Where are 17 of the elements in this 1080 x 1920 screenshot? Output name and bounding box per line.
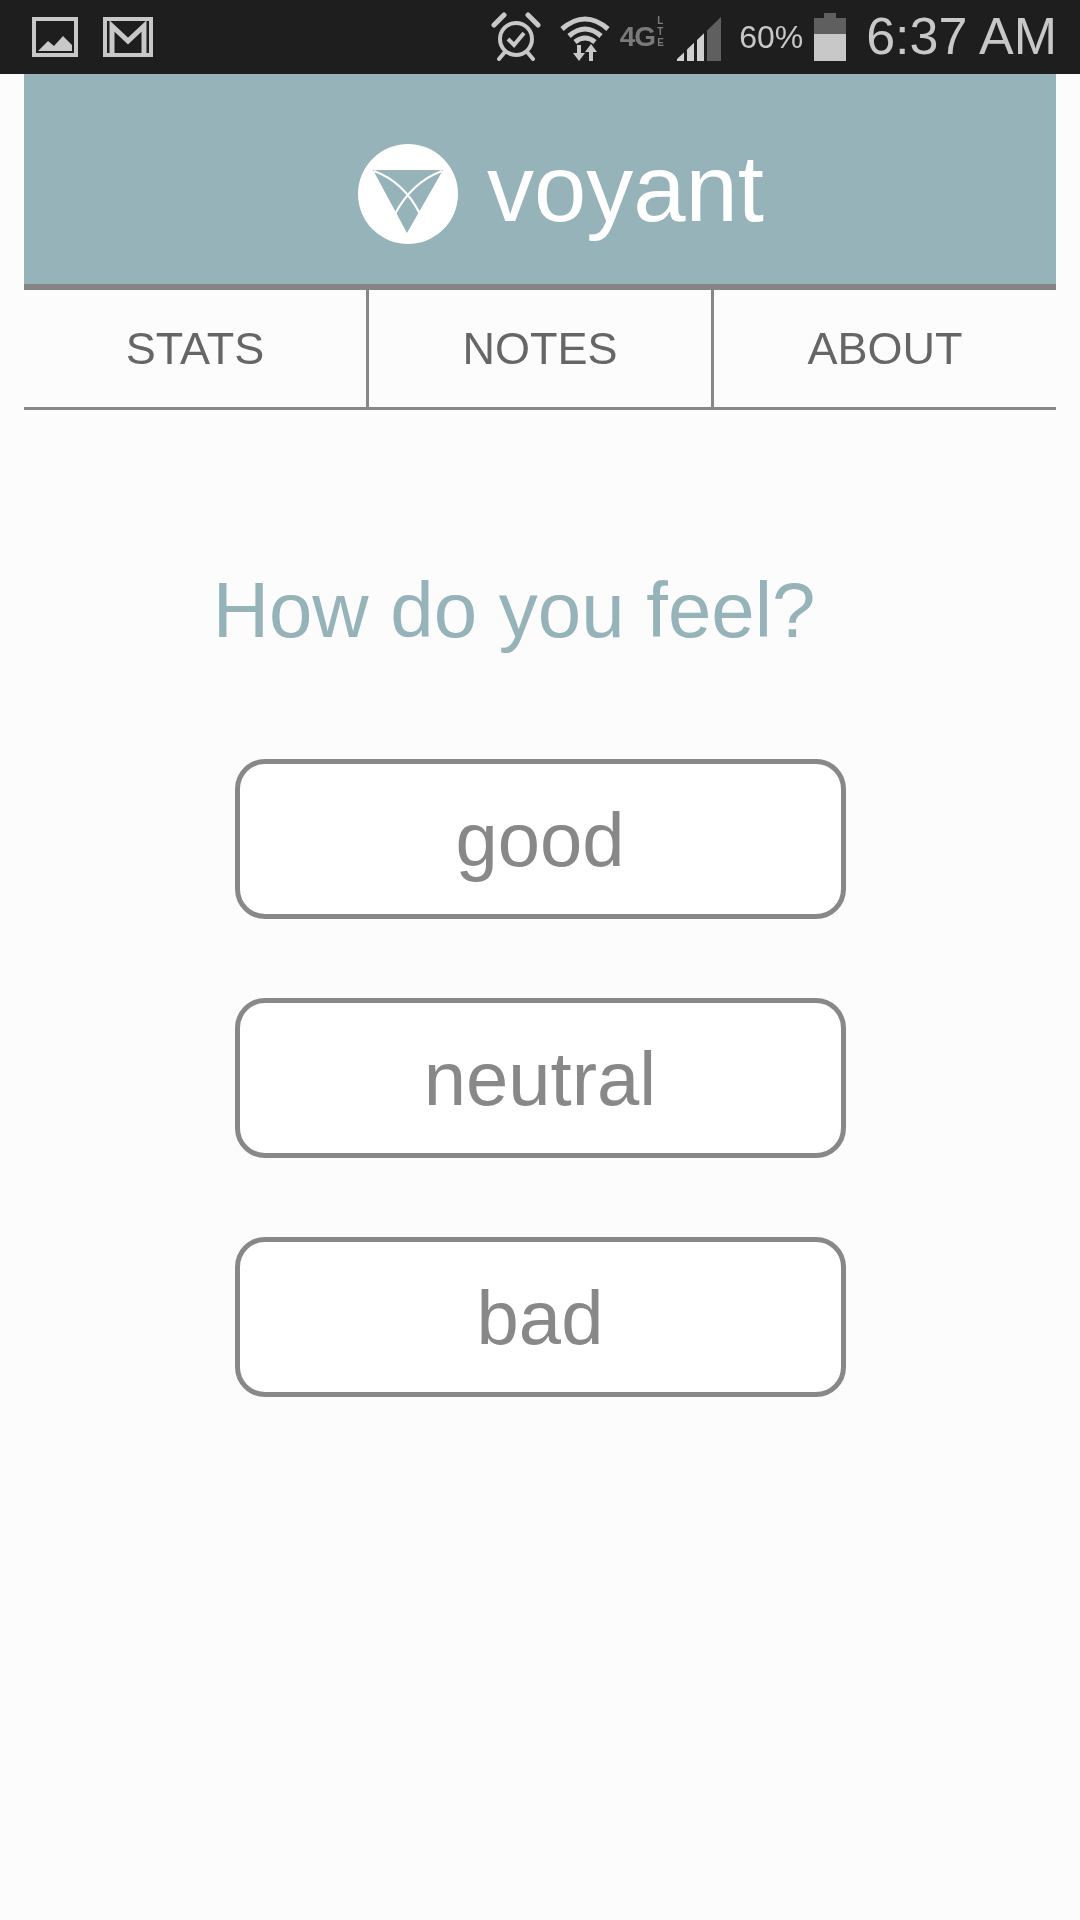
mail-icon bbox=[103, 17, 153, 57]
tab[interactable]: NOTES bbox=[366, 290, 711, 407]
prompt-heading: How do you feel? bbox=[212, 565, 816, 655]
tab[interactable]: ABOUT bbox=[711, 290, 1056, 407]
network-type-label: 4G bbox=[619, 20, 656, 54]
mood-button[interactable]: good bbox=[234, 759, 846, 919]
tab[interactable]: STATS bbox=[24, 290, 366, 407]
network-subtype-label: LTE bbox=[657, 15, 665, 49]
battery-percent: 60% bbox=[739, 18, 804, 56]
battery-icon bbox=[814, 13, 847, 61]
mood-button[interactable]: bad bbox=[234, 1237, 846, 1397]
picture-icon bbox=[32, 17, 78, 57]
app-name: voyant bbox=[487, 134, 764, 243]
mood-button[interactable]: neutral bbox=[234, 998, 846, 1158]
alarm-clock-icon bbox=[490, 12, 541, 62]
status-time: 6:37 AM bbox=[866, 7, 1057, 67]
logo-icon bbox=[358, 144, 458, 244]
